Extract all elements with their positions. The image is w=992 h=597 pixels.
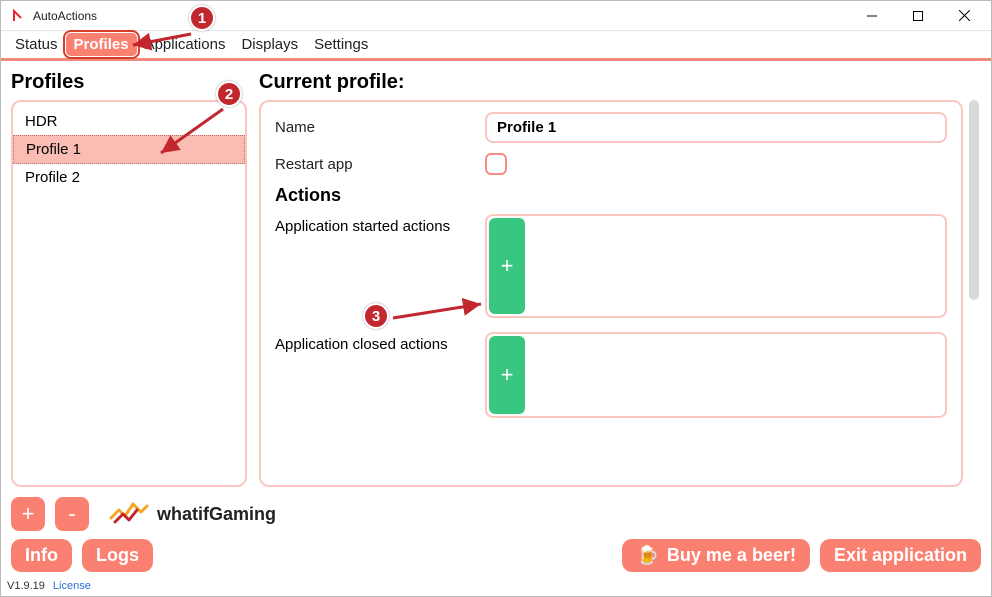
menubar: Status Profiles Applications Displays Se… bbox=[1, 31, 991, 61]
add-profile-button[interactable]: + bbox=[11, 497, 45, 531]
profiles-heading: Profiles bbox=[11, 71, 247, 94]
closed-actions-label: Application closed actions bbox=[275, 332, 485, 353]
version-text: V1.9.19 bbox=[7, 580, 45, 592]
beer-icon: 🍺 bbox=[636, 545, 658, 566]
brand-logo: whatifGaming bbox=[109, 500, 276, 528]
profile-item[interactable]: Profile 1 bbox=[13, 135, 245, 164]
brand-text: whatifGaming bbox=[157, 504, 276, 525]
current-profile-heading: Current profile: bbox=[259, 71, 981, 94]
app-icon bbox=[11, 8, 27, 24]
started-actions-box: + bbox=[485, 214, 947, 318]
buy-beer-button[interactable]: 🍺 Buy me a beer! bbox=[622, 539, 809, 572]
license-link[interactable]: License bbox=[53, 580, 91, 592]
add-started-action-button[interactable]: + bbox=[489, 218, 525, 314]
profile-item[interactable]: HDR bbox=[13, 108, 245, 135]
started-actions-label: Application started actions bbox=[275, 214, 485, 235]
logs-button[interactable]: Logs bbox=[82, 539, 153, 572]
remove-profile-button[interactable]: - bbox=[55, 497, 89, 531]
restart-checkbox[interactable] bbox=[485, 153, 507, 175]
titlebar: AutoActions bbox=[1, 1, 991, 31]
add-closed-action-button[interactable]: + bbox=[489, 336, 525, 414]
maximize-button[interactable] bbox=[895, 2, 941, 30]
actions-heading: Actions bbox=[275, 185, 947, 206]
profile-item[interactable]: Profile 2 bbox=[13, 164, 245, 191]
restart-label: Restart app bbox=[275, 156, 485, 173]
scrollbar-thumb[interactable] bbox=[969, 100, 979, 300]
scrollbar[interactable] bbox=[969, 100, 979, 487]
name-label: Name bbox=[275, 119, 485, 136]
tab-status[interactable]: Status bbox=[7, 33, 66, 56]
profiles-list: HDR Profile 1 Profile 2 bbox=[11, 100, 247, 487]
current-profile-panel: Name Restart app Actions Application sta… bbox=[259, 100, 963, 487]
closed-actions-box: + bbox=[485, 332, 947, 418]
close-button[interactable] bbox=[941, 2, 987, 30]
exit-button[interactable]: Exit application bbox=[820, 539, 981, 572]
tab-displays[interactable]: Displays bbox=[233, 33, 306, 56]
tab-applications[interactable]: Applications bbox=[137, 33, 234, 56]
app-title: AutoActions bbox=[33, 9, 97, 23]
minimize-button[interactable] bbox=[849, 2, 895, 30]
profile-name-input[interactable] bbox=[485, 112, 947, 143]
tab-profiles[interactable]: Profiles bbox=[66, 33, 137, 56]
statusbar: V1.9.19 License bbox=[1, 576, 991, 596]
tab-settings[interactable]: Settings bbox=[306, 33, 376, 56]
info-button[interactable]: Info bbox=[11, 539, 72, 572]
